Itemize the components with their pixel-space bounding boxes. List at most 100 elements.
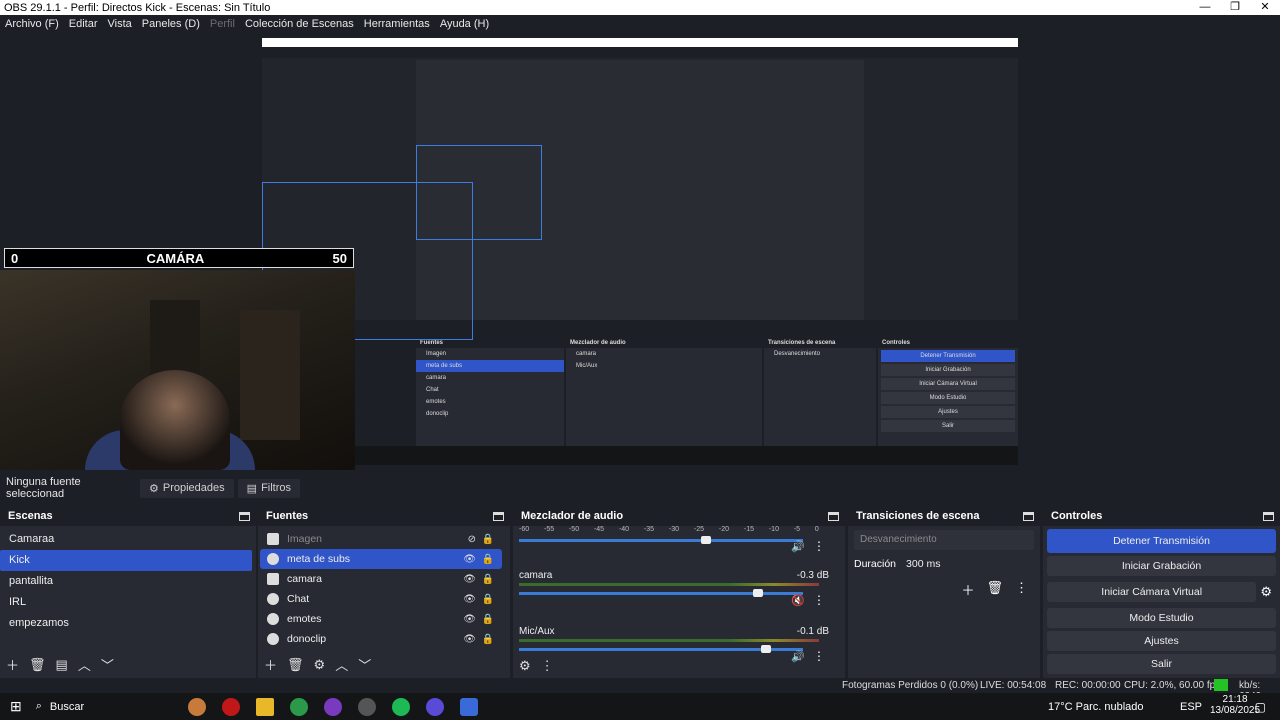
menu-ayuda[interactable]: Ayuda (H): [435, 18, 494, 30]
app-icon[interactable]: [425, 697, 444, 716]
undock-icon[interactable]: [239, 511, 250, 521]
menu-herramientas[interactable]: Herramientas: [359, 18, 435, 30]
speaker-icon[interactable]: 🔊: [791, 650, 805, 663]
source-properties-icon[interactable]: ⚙: [314, 657, 326, 673]
move-down-icon[interactable]: ﹀: [101, 655, 114, 674]
source-row[interactable]: emotes 👁 🔒: [260, 609, 502, 629]
more-icon[interactable]: ⋮: [1015, 580, 1028, 599]
speaker-icon[interactable]: 🔊: [791, 540, 805, 553]
stop-stream-button[interactable]: Detener Transmisión: [1047, 529, 1276, 553]
volume-slider[interactable]: [519, 536, 803, 544]
source-row[interactable]: camara 👁 🔒: [260, 569, 502, 589]
undock-icon[interactable]: [1023, 511, 1034, 521]
menu-vista[interactable]: Vista: [103, 18, 137, 30]
source-row[interactable]: Imagen ⊘ 🔒: [260, 529, 502, 549]
webcam-feed: [0, 270, 355, 470]
volume-slider[interactable]: [519, 645, 803, 653]
eye-icon[interactable]: 👁: [463, 614, 476, 625]
move-down-icon[interactable]: ﹀: [358, 655, 371, 674]
undock-icon[interactable]: [828, 511, 839, 521]
language-indicator[interactable]: ESP: [1180, 701, 1202, 713]
delete-transition-icon[interactable]: 🗑: [986, 580, 1003, 599]
virtual-camera-button[interactable]: Iniciar Cámara Virtual: [1047, 582, 1257, 602]
mixer-settings-icon[interactable]: ⚙: [519, 658, 531, 674]
windows-start-icon[interactable]: ⊞: [10, 698, 22, 715]
search-box[interactable]: Buscar: [50, 701, 180, 713]
lock-icon[interactable]: 🔒: [482, 594, 494, 605]
folder-icon[interactable]: [255, 697, 274, 716]
source-row[interactable]: donoclip 👁 🔒: [260, 629, 502, 649]
properties-button[interactable]: ⚙ Propiedades: [140, 478, 234, 498]
volume-knob[interactable]: [761, 645, 772, 653]
controls-dock: Controles Detener Transmisión Iniciar Gr…: [1043, 506, 1280, 678]
scene-filters-icon[interactable]: ▤: [56, 657, 68, 673]
speaker-muted-icon[interactable]: 🔇: [791, 594, 805, 607]
opera-icon[interactable]: [221, 697, 240, 716]
search-icon[interactable]: ⌕: [36, 700, 42, 713]
weather-text[interactable]: 17°C Parc. nublado: [1048, 701, 1144, 713]
rec-time: REC: 00:00:00: [1055, 680, 1121, 691]
more-icon[interactable]: ⋮: [813, 593, 825, 607]
scene-item[interactable]: Camaraa: [0, 529, 256, 550]
lock-icon[interactable]: 🔒: [482, 634, 494, 645]
lock-icon[interactable]: 🔒: [482, 554, 494, 565]
chrome-icon[interactable]: [289, 697, 308, 716]
obs-icon[interactable]: [357, 697, 376, 716]
delete-source-icon[interactable]: 🗑: [287, 657, 304, 673]
start-recording-button[interactable]: Iniciar Grabación: [1047, 556, 1276, 576]
scene-item[interactable]: empezamos: [0, 613, 256, 634]
menu-paneles[interactable]: Paneles (D): [137, 18, 205, 30]
menu-coleccion[interactable]: Colección de Escenas: [240, 18, 359, 30]
scene-item[interactable]: pantallita: [0, 571, 256, 592]
maximize-button[interactable]: ❐: [1220, 0, 1250, 15]
notification-icon[interactable]: ▢: [1255, 700, 1266, 714]
transition-select[interactable]: Desvanecimiento: [854, 530, 1034, 550]
exit-button[interactable]: Salir: [1047, 654, 1276, 674]
eye-hidden-icon[interactable]: ⊘: [468, 534, 476, 545]
eye-icon[interactable]: 👁: [463, 554, 476, 565]
lock-icon[interactable]: 🔒: [482, 534, 494, 545]
move-up-icon[interactable]: ︿: [335, 655, 348, 674]
app-icon[interactable]: [459, 697, 478, 716]
more-icon[interactable]: ⋮: [813, 649, 825, 663]
close-button[interactable]: ✕: [1250, 0, 1280, 15]
menu-editar[interactable]: Editar: [64, 18, 103, 30]
undock-icon[interactable]: [1263, 511, 1274, 521]
scene-item[interactable]: Kick: [0, 550, 252, 571]
eye-icon[interactable]: 👁: [463, 574, 476, 585]
source-row[interactable]: meta de subs 👁 🔒: [260, 549, 502, 569]
delete-scene-icon[interactable]: 🗑: [29, 657, 46, 673]
menu-archivo[interactable]: Archivo (F): [0, 18, 64, 30]
more-icon[interactable]: ⋮: [541, 658, 554, 674]
lock-icon[interactable]: 🔒: [482, 574, 494, 585]
clock[interactable]: 21:18 13/08/2025: [1210, 694, 1260, 716]
undock-icon[interactable]: [493, 511, 504, 521]
gear-icon[interactable]: ⚙: [1260, 584, 1272, 600]
channel-name: camara: [519, 570, 553, 581]
volume-knob[interactable]: [701, 536, 712, 544]
eye-icon[interactable]: 👁: [463, 634, 476, 645]
duration-input[interactable]: 300 ms: [906, 558, 1034, 570]
lock-icon[interactable]: 🔒: [482, 614, 494, 625]
move-up-icon[interactable]: ︿: [78, 655, 91, 674]
subs-goal-title: CAMÁRA: [146, 250, 205, 266]
volume-slider[interactable]: [519, 589, 803, 597]
scene-item[interactable]: IRL: [0, 592, 256, 613]
source-row[interactable]: Chat 👁 🔒: [260, 589, 502, 609]
nested-source-row: Chat: [426, 387, 439, 393]
nested-mixer-title: Mezclador de audio: [566, 338, 762, 348]
studio-mode-button[interactable]: Modo Estudio: [1047, 608, 1276, 628]
eye-icon[interactable]: 👁: [463, 594, 476, 605]
volume-knob[interactable]: [752, 589, 763, 597]
filters-button[interactable]: ▤ Filtros: [237, 478, 301, 498]
add-source-icon[interactable]: ＋: [264, 655, 277, 674]
minimize-button[interactable]: —: [1190, 0, 1220, 15]
settings-button[interactable]: Ajustes: [1047, 631, 1276, 651]
more-icon[interactable]: ⋮: [813, 539, 825, 553]
add-transition-icon[interactable]: ＋: [961, 580, 974, 599]
add-scene-icon[interactable]: ＋: [6, 655, 19, 674]
app-icon[interactable]: [187, 697, 206, 716]
app-icon[interactable]: [323, 697, 342, 716]
spotify-icon[interactable]: [391, 697, 410, 716]
menu-perfil[interactable]: Perfil: [205, 18, 240, 30]
